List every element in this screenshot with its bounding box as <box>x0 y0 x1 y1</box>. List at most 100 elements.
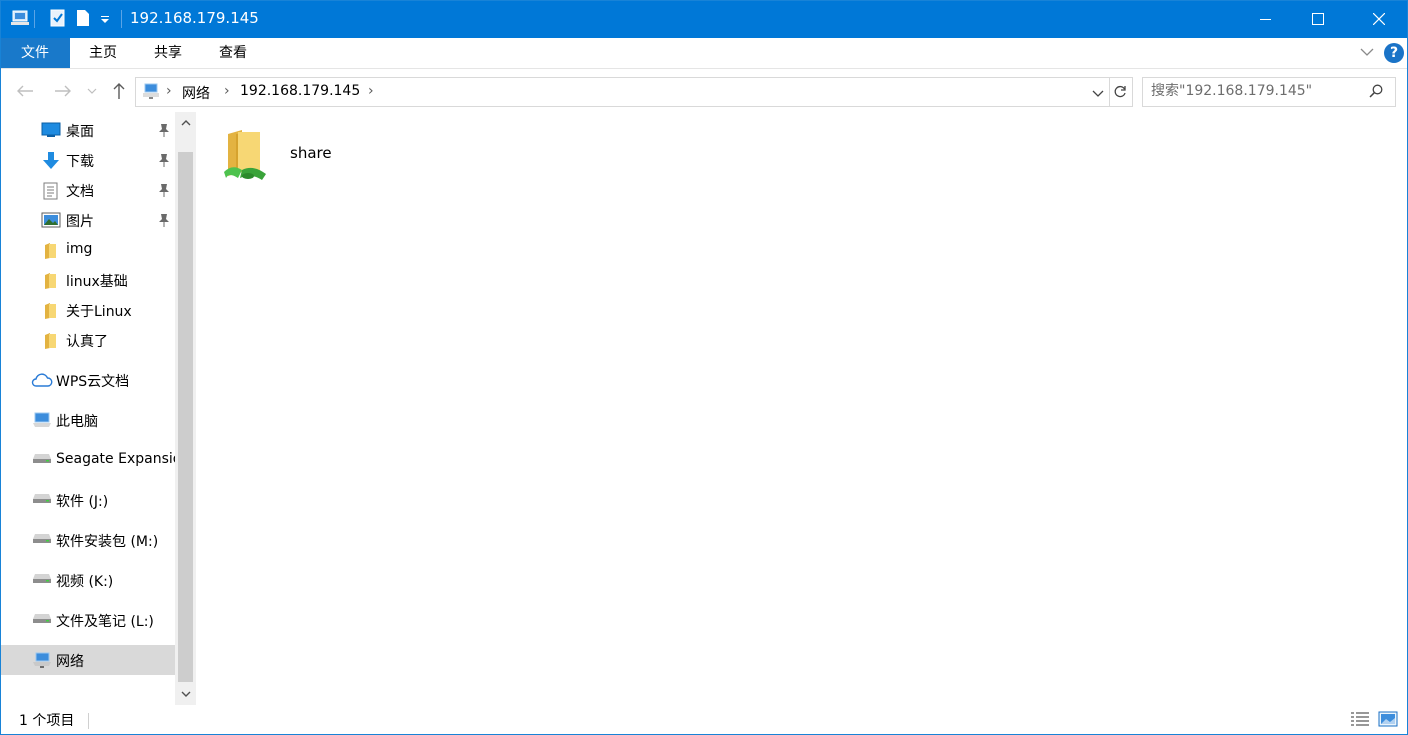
drive-icon <box>32 492 52 508</box>
up-arrow-icon <box>113 83 125 99</box>
pin-icon[interactable] <box>158 153 170 167</box>
tab-home[interactable]: 主页 <box>74 38 132 68</box>
tab-file[interactable]: 文件 <box>0 38 70 68</box>
breadcrumb-network[interactable]: 网络 <box>182 83 210 103</box>
ribbon-tabs: 文件 主页 共享 查看 ? <box>0 38 1408 69</box>
nav-item-pictures[interactable]: 图片 <box>0 205 175 235</box>
nav-item-label: 文档 <box>66 184 94 200</box>
back-button[interactable] <box>14 80 36 102</box>
nav-item-drive-k[interactable]: 视频 (K:) <box>0 565 175 595</box>
search-box[interactable] <box>1142 77 1396 107</box>
refresh-button[interactable] <box>1108 77 1133 107</box>
tab-view[interactable]: 查看 <box>204 38 262 68</box>
pin-icon[interactable] <box>158 123 170 137</box>
refresh-icon <box>1114 85 1126 98</box>
tab-share[interactable]: 共享 <box>139 38 197 68</box>
cloud-icon <box>31 372 53 388</box>
nav-item-label: WPS云文档 <box>56 374 130 390</box>
nav-item-serious[interactable]: 认真了 <box>0 325 175 355</box>
document-icon <box>43 182 61 200</box>
recent-locations-button[interactable] <box>84 80 100 102</box>
minimize-button[interactable] <box>1240 0 1292 38</box>
pin-icon[interactable] <box>158 183 170 197</box>
search-icon[interactable] <box>1369 84 1383 102</box>
drive-icon <box>32 532 52 548</box>
address-dropdown-icon[interactable] <box>1092 87 1104 103</box>
network-icon <box>32 652 52 668</box>
up-button[interactable] <box>108 80 130 102</box>
chevron-down-icon <box>87 88 97 94</box>
minimize-icon <box>1260 19 1271 20</box>
nav-item-label: 关于Linux <box>66 304 132 320</box>
nav-item-wps-cloud[interactable]: WPS云文档 <box>0 365 175 395</box>
breadcrumb-separator[interactable]: › <box>166 83 172 99</box>
address-bar[interactable]: › 网络 › 192.168.179.145 › <box>135 77 1110 107</box>
title-bar: 192.168.179.145 <box>0 0 1408 38</box>
forward-button[interactable] <box>52 80 74 102</box>
help-icon[interactable]: ? <box>1384 43 1404 63</box>
dropdown-icon[interactable] <box>98 9 116 27</box>
large-icons-view-icon[interactable] <box>1378 711 1398 729</box>
separator <box>34 10 35 28</box>
shared-folder-icon <box>222 126 272 188</box>
new-folder-icon[interactable] <box>76 9 94 27</box>
properties-icon[interactable] <box>50 9 68 27</box>
status-bar: 1 个项目 <box>0 705 1408 735</box>
nav-item-downloads[interactable]: 下载 <box>0 145 175 175</box>
details-view-icon[interactable] <box>1350 711 1370 729</box>
folder-icon <box>44 302 62 319</box>
nav-item-documents[interactable]: 文档 <box>0 175 175 205</box>
nav-item-this-pc[interactable]: 此电脑 <box>0 405 175 435</box>
close-button[interactable] <box>1350 0 1408 38</box>
folder-icon <box>44 272 62 289</box>
address-row: › 网络 › 192.168.179.145 › <box>0 70 1408 112</box>
nav-item-label: img <box>66 241 93 257</box>
scroll-up-button[interactable] <box>175 112 196 134</box>
drive-icon <box>32 612 52 628</box>
nav-item-label: 图片 <box>66 214 94 230</box>
nav-item-drive-m[interactable]: 软件安装包 (M:) <box>0 525 175 555</box>
picture-icon <box>41 212 61 228</box>
item-count: 1 个项目 <box>19 713 75 729</box>
nav-item-label: linux基础 <box>66 274 128 290</box>
network-icon <box>142 83 160 103</box>
pin-icon[interactable] <box>158 213 170 227</box>
breadcrumb-host[interactable]: 192.168.179.145 <box>240 83 360 99</box>
computer-icon[interactable] <box>10 9 29 27</box>
nav-item-label: 文件及笔记 (L:) <box>56 614 154 630</box>
maximize-icon <box>1312 13 1324 25</box>
nav-item-linux-basics[interactable]: linux基础 <box>0 265 175 295</box>
breadcrumb-separator[interactable]: › <box>224 83 230 99</box>
shared-folder-item[interactable]: share <box>218 122 378 188</box>
shared-folder-label: share <box>290 144 332 162</box>
content-area: share <box>196 112 1408 705</box>
scroll-down-button[interactable] <box>175 683 196 705</box>
breadcrumb-separator[interactable]: › <box>368 83 374 99</box>
nav-item-drive-j[interactable]: 软件 (J:) <box>0 485 175 515</box>
maximize-button[interactable] <box>1292 0 1344 38</box>
nav-item-about-linux[interactable]: 关于Linux <box>0 295 175 325</box>
nav-item-img[interactable]: img <box>0 235 175 265</box>
nav-item-label: 软件安装包 (M:) <box>56 534 159 550</box>
drive-icon <box>32 452 52 468</box>
nav-item-label: 桌面 <box>66 124 94 140</box>
nav-item-desktop[interactable]: 桌面 <box>0 115 175 145</box>
close-icon <box>1373 13 1385 25</box>
search-input[interactable] <box>1151 80 1361 102</box>
separator <box>121 10 122 28</box>
expand-ribbon-icon[interactable] <box>1360 46 1374 62</box>
window-title: 192.168.179.145 <box>130 9 259 27</box>
nav-item-label: 此电脑 <box>56 414 98 430</box>
drive-icon <box>32 572 52 588</box>
nav-scrollbar[interactable] <box>175 112 196 705</box>
chevron-down-icon <box>181 691 190 697</box>
folder-icon <box>44 332 62 349</box>
scroll-thumb[interactable] <box>178 152 193 682</box>
nav-item-label: 认真了 <box>66 334 108 350</box>
nav-item-network[interactable]: 网络 <box>0 645 175 675</box>
nav-item-label: 软件 (J:) <box>56 494 109 510</box>
nav-item-drive-l[interactable]: 文件及笔记 (L:) <box>0 605 175 635</box>
this-pc-icon <box>32 412 52 428</box>
status-divider <box>88 713 89 729</box>
nav-item-seagate[interactable]: Seagate Expansion Drive <box>0 445 196 475</box>
